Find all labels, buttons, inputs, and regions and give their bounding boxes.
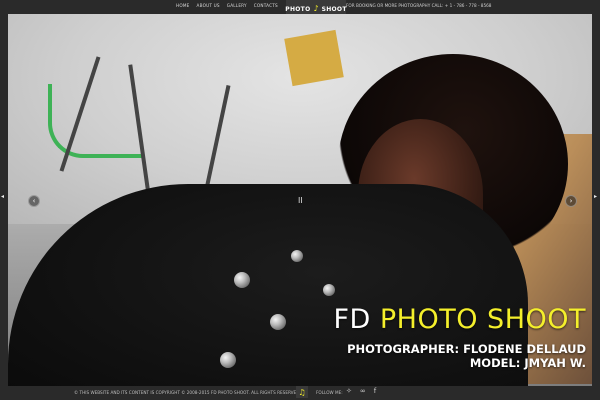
- left-edge-marker: ◂: [1, 193, 5, 200]
- chevron-left-icon: ‹: [32, 196, 36, 205]
- jacket-button: [323, 284, 335, 296]
- page: HOME ABOUT US GALLERY CONTACTS PHOTO ♪ S…: [0, 0, 600, 400]
- photographer-credit: PHOTOGRAPHER: FLODENE DELLAUD: [347, 342, 586, 356]
- copyright-text: © THIS WEBSITE AND ITS CONTENT IS COPYRI…: [74, 390, 301, 395]
- yellow-box: [284, 29, 344, 87]
- pause-button[interactable]: II: [298, 196, 303, 205]
- pause-icon: II: [298, 196, 303, 205]
- social-links: ✧ ∞ f: [346, 388, 376, 395]
- facebook-icon[interactable]: f: [374, 388, 376, 395]
- logo-text-left: PHOTO: [285, 5, 311, 13]
- nav-contacts[interactable]: CONTACTS: [254, 3, 278, 8]
- booking-text: FOR BOOKING OR MORE PHOTOGRAPHY CALL: + …: [346, 3, 492, 8]
- chevron-right-icon: ›: [569, 196, 573, 205]
- main-nav: HOME ABOUT US GALLERY CONTACTS: [176, 3, 278, 8]
- jacket-button: [220, 352, 236, 368]
- jacket-button: [270, 314, 286, 330]
- link-icon[interactable]: ∞: [360, 388, 366, 395]
- hero-credits: PHOTOGRAPHER: FLODENE DELLAUD MODEL: JMY…: [347, 342, 586, 370]
- prev-slide-button[interactable]: ‹: [28, 195, 40, 207]
- music-toggle-button[interactable]: ♫: [296, 386, 308, 398]
- hero-title-prefix: FD: [333, 304, 380, 335]
- logo-text-right: SHOOT: [321, 5, 347, 13]
- nav-about-us[interactable]: ABOUT US: [197, 3, 220, 8]
- twitter-icon[interactable]: ✧: [346, 388, 352, 395]
- right-edge-marker: ▸: [594, 193, 598, 200]
- nav-gallery[interactable]: GALLERY: [227, 3, 247, 8]
- green-cable: [48, 84, 142, 158]
- jacket-button: [234, 272, 250, 288]
- jacket-button: [291, 250, 303, 262]
- music-note-icon: ♪: [313, 4, 319, 13]
- music-note-icon: ♫: [298, 387, 306, 397]
- follow-label: FOLLOW ME:: [316, 390, 343, 395]
- model-credit: MODEL: JMYAH W.: [469, 356, 586, 370]
- nav-home[interactable]: HOME: [176, 3, 190, 8]
- top-bar: HOME ABOUT US GALLERY CONTACTS PHOTO ♪ S…: [0, 0, 600, 19]
- next-slide-button[interactable]: ›: [565, 195, 577, 207]
- hero-title-highlight: PHOTO SHOOT: [379, 304, 586, 335]
- hero-title: FD PHOTO SHOOT: [333, 304, 586, 335]
